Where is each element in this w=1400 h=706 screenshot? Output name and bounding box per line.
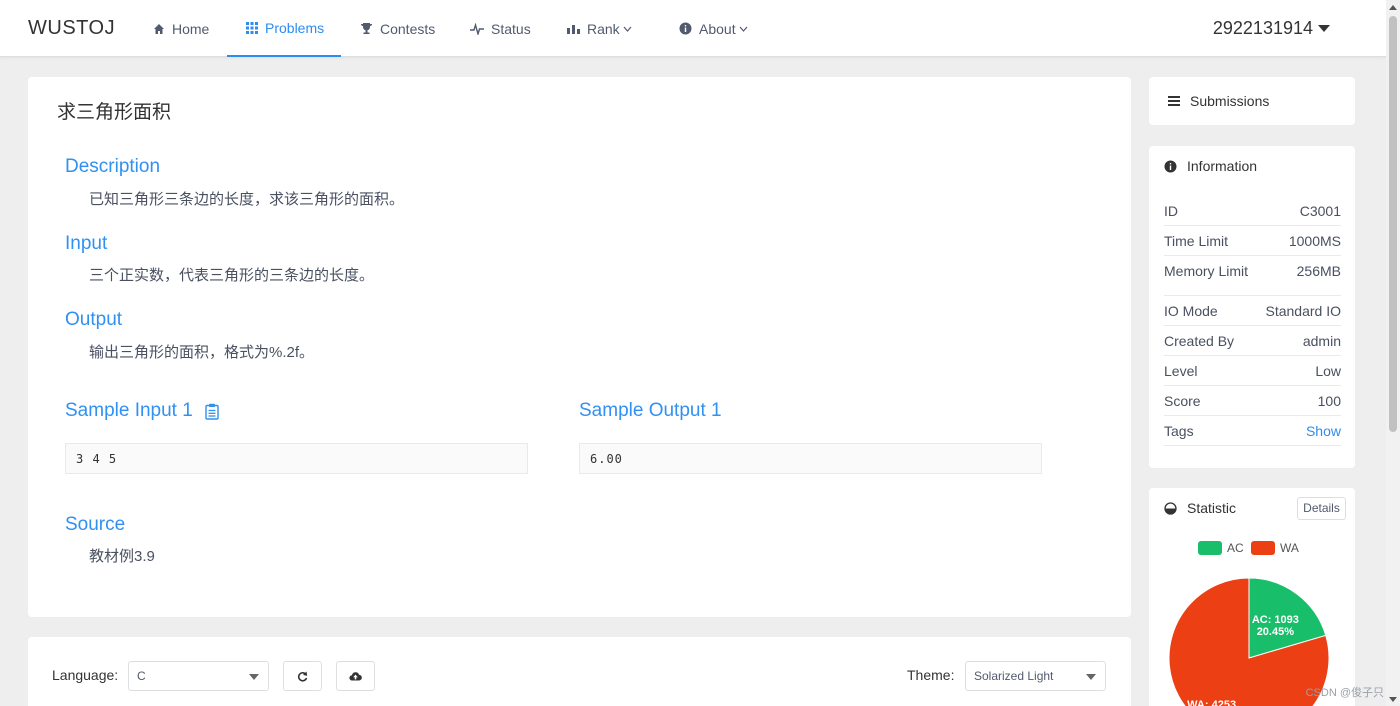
info-key: Level bbox=[1164, 363, 1198, 379]
input-heading: Input bbox=[65, 233, 108, 254]
theme-value: Solarized Light bbox=[974, 669, 1054, 683]
description-text: 已知三角形三条边的长度，求该三角形的面积。 bbox=[89, 191, 405, 208]
sample-input-label: Sample Input 1 bbox=[65, 400, 193, 421]
nav-home[interactable]: Home bbox=[153, 0, 209, 57]
nav-contests[interactable]: Contests bbox=[360, 0, 435, 57]
input-text: 三个正实数，代表三角形的三条边的长度。 bbox=[89, 267, 375, 284]
info-icon bbox=[679, 22, 692, 35]
info-row-created-by: Created By admin bbox=[1164, 326, 1341, 356]
site-logo[interactable]: WUSTOJ bbox=[28, 17, 115, 40]
submissions-link[interactable]: Submissions bbox=[1168, 93, 1269, 109]
info-value: Standard IO bbox=[1265, 303, 1342, 319]
theme-select[interactable]: Solarized Light bbox=[965, 661, 1106, 691]
info-value: admin bbox=[1302, 333, 1341, 349]
info-row-io-mode: IO Mode Standard IO bbox=[1164, 296, 1341, 326]
submissions-panel[interactable]: Submissions bbox=[1149, 77, 1355, 125]
nav-home-label: Home bbox=[172, 20, 210, 37]
scroll-down-arrow-icon[interactable] bbox=[1389, 697, 1397, 702]
sample-input-box[interactable]: 3 4 5 bbox=[65, 443, 528, 474]
info-value: Low bbox=[1315, 363, 1341, 379]
language-select[interactable]: C bbox=[128, 661, 269, 691]
info-row-score: Score 100 bbox=[1164, 386, 1341, 416]
scroll-up-arrow-icon[interactable] bbox=[1389, 5, 1397, 10]
nav-rank[interactable]: Rank bbox=[567, 0, 639, 57]
submissions-label: Submissions bbox=[1190, 93, 1270, 109]
info-row-id: ID C3001 bbox=[1164, 196, 1341, 226]
cloud-upload-icon bbox=[349, 672, 362, 681]
sample-input-heading: Sample Input 1 bbox=[65, 400, 219, 422]
code-editor-card: Language: C Theme: Solarized Light bbox=[28, 637, 1131, 706]
output-heading: Output bbox=[65, 309, 123, 330]
theme-label: Theme: bbox=[907, 667, 955, 683]
trophy-icon bbox=[361, 23, 372, 34]
info-value: 1000MS bbox=[1288, 233, 1341, 249]
description-heading: Description bbox=[65, 156, 161, 177]
scrollbar-thumb[interactable] bbox=[1389, 16, 1397, 432]
nav-about[interactable]: About bbox=[679, 0, 755, 57]
info-row-level: Level Low bbox=[1164, 356, 1341, 386]
clipboard-icon[interactable] bbox=[205, 403, 219, 420]
dropdown-arrow-icon bbox=[1086, 674, 1096, 680]
info-key: IO Mode bbox=[1164, 303, 1218, 319]
username: 2922131914 bbox=[1212, 18, 1313, 38]
info-key: Tags bbox=[1164, 423, 1194, 439]
info-key: Memory Limit bbox=[1164, 263, 1249, 279]
problem-title: 求三角形面积 bbox=[57, 102, 172, 123]
info-row-tags: Tags Show bbox=[1164, 416, 1341, 446]
vertical-scrollbar[interactable] bbox=[1386, 0, 1400, 706]
top-navbar: WUSTOJ Home Problems Contests Status Ran… bbox=[0, 0, 1386, 57]
nav-problems[interactable]: Problems bbox=[227, 0, 341, 57]
user-menu[interactable]: 2922131914 bbox=[1213, 18, 1330, 39]
info-key: Time Limit bbox=[1164, 233, 1229, 249]
grid-icon bbox=[246, 21, 258, 34]
list-icon bbox=[1168, 96, 1180, 106]
nav-contests-label: Contests bbox=[380, 20, 436, 37]
info-key: Created By bbox=[1164, 333, 1235, 349]
language-label: Language: bbox=[52, 667, 119, 683]
info-key: ID bbox=[1164, 203, 1178, 219]
chevron-down-icon bbox=[623, 26, 632, 32]
nav-status[interactable]: Status bbox=[470, 0, 531, 57]
watermark: CSDN @俊子只 bbox=[1305, 687, 1384, 699]
information-heading: Information bbox=[1164, 158, 1257, 174]
home-icon bbox=[154, 23, 164, 34]
upload-code-button[interactable] bbox=[336, 661, 375, 691]
info-value: C3001 bbox=[1299, 203, 1341, 219]
output-text: 输出三角形的面积，格式为%.2f。 bbox=[89, 344, 315, 361]
show-tags-link[interactable]: Show bbox=[1306, 423, 1341, 439]
source-heading: Source bbox=[65, 514, 126, 535]
source-text: 教材例3.9 bbox=[89, 548, 155, 565]
info-value: 256MB bbox=[1296, 263, 1341, 279]
pie-label-ac: AC: 1093 bbox=[1252, 614, 1299, 626]
statistic-panel: Statistic Details AC WA AC: 1093 20.45% WA… bbox=[1149, 488, 1355, 706]
caret-down-icon bbox=[1318, 25, 1330, 32]
nav-problems-label: Problems bbox=[265, 19, 325, 36]
sample-output-box[interactable]: 6.00 bbox=[579, 443, 1042, 474]
sample-output-heading: Sample Output 1 bbox=[579, 400, 722, 421]
info-row-time-limit: Time Limit 1000MS bbox=[1164, 226, 1341, 256]
information-label: Information bbox=[1187, 158, 1258, 174]
info-key: Score bbox=[1164, 393, 1201, 409]
nav-status-label: Status bbox=[491, 20, 531, 37]
nav-rank-label: Rank bbox=[587, 20, 620, 37]
refresh-icon bbox=[297, 671, 308, 682]
problem-card: 求三角形面积 Description 已知三角形三条边的长度，求该三角形的面积。… bbox=[28, 77, 1131, 617]
information-panel: Information ID C3001 Time Limit 1000MS M… bbox=[1149, 146, 1355, 468]
info-row-memory-limit: Memory Limit 256MB bbox=[1164, 256, 1341, 296]
statistic-pie-chart: AC: 109320.45%WA: 425379.55% bbox=[1168, 577, 1330, 706]
bar-chart-icon bbox=[567, 25, 580, 34]
info-value: 100 bbox=[1317, 393, 1341, 409]
reset-code-button[interactable] bbox=[283, 661, 322, 691]
chevron-down-icon bbox=[739, 26, 748, 32]
dropdown-arrow-icon bbox=[249, 674, 259, 680]
language-value: C bbox=[137, 669, 146, 683]
pie-percent-ac: 20.45% bbox=[1257, 626, 1295, 638]
info-icon bbox=[1164, 160, 1177, 172]
pie-label-wa: WA: 4253 bbox=[1187, 699, 1236, 706]
pulse-icon bbox=[470, 22, 484, 35]
nav-about-label: About bbox=[699, 20, 736, 37]
